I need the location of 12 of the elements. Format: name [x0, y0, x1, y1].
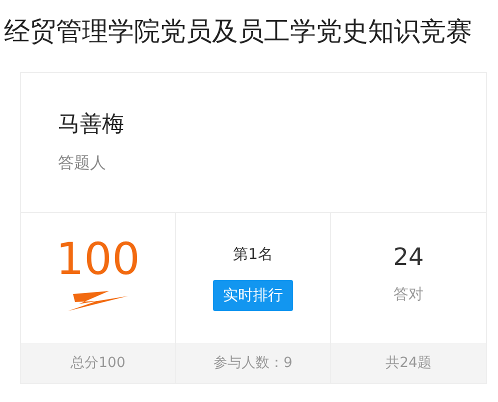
- correct-label: 答对: [394, 284, 424, 304]
- correct-count: 24: [393, 242, 424, 270]
- live-ranking-button[interactable]: 实时排行: [213, 280, 293, 311]
- respondent-name: 马善梅: [58, 111, 125, 139]
- rank-value: 第1名: [233, 245, 273, 264]
- respondent-label: 答题人: [58, 153, 107, 174]
- score-value: 100: [56, 238, 140, 282]
- stat-footer: 参与人数：9: [176, 343, 330, 383]
- quiz-title: 经贸管理学院党员及员工学党史知识竞赛: [3, 16, 473, 49]
- stat-footer: 共24题: [331, 343, 486, 383]
- stat-footer: 总分100: [21, 343, 175, 383]
- zigzag-icon: [67, 290, 129, 312]
